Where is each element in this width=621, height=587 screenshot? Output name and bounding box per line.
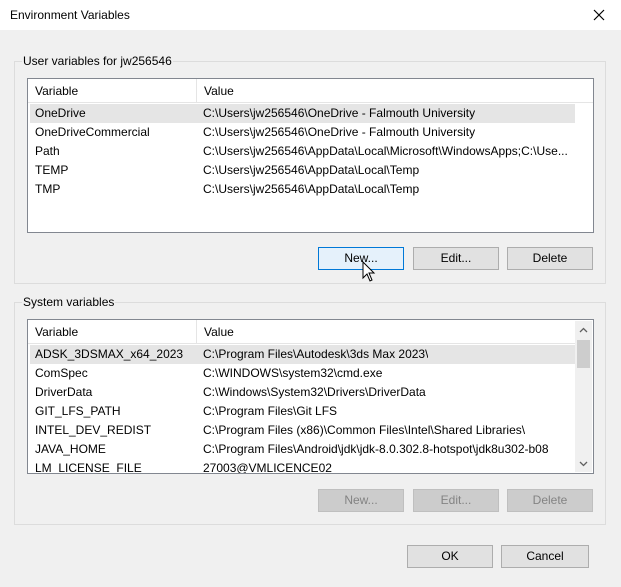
system-variables-label: System variables — [22, 295, 116, 309]
table-row[interactable]: OneDriveCommercial C:\Users\jw256546\One… — [30, 123, 575, 142]
table-row[interactable]: TMP C:\Users\jw256546\AppData\Local\Temp — [30, 180, 575, 199]
variable-value: 27003@VMLICENCE02 — [203, 461, 332, 474]
mouse-pointer-icon — [362, 261, 376, 282]
table-row[interactable]: GIT_LFS_PATH C:\Program Files\Git LFS — [30, 402, 575, 421]
column-header-variable[interactable]: Variable — [28, 79, 197, 103]
variable-value: C:\Users\jw256546\AppData\Local\Microsof… — [203, 144, 568, 158]
table-row[interactable]: DriverData C:\Windows\System32\Drivers\D… — [30, 383, 575, 402]
variable-value: C:\Users\jw256546\AppData\Local\Temp — [203, 182, 420, 196]
variable-value: C:\Program Files\Autodesk\3ds Max 2023\ — [203, 347, 429, 361]
table-row[interactable]: Path C:\Users\jw256546\AppData\Local\Mic… — [30, 142, 575, 161]
variable-value: C:\Windows\System32\Drivers\DriverData — [203, 385, 426, 399]
user-delete-button[interactable]: Delete — [507, 247, 593, 270]
ok-button[interactable]: OK — [407, 545, 493, 568]
variable-value: C:\Program Files\Android\jdk\jdk-8.0.302… — [203, 442, 549, 456]
user-variables-list[interactable]: Variable Value OneDrive C:\Users\jw25654… — [27, 78, 594, 233]
close-icon — [593, 9, 605, 21]
variable-name: OneDriveCommercial — [35, 125, 150, 139]
table-row[interactable]: ADSK_3DSMAX_x64_2023 C:\Program Files\Au… — [30, 345, 575, 364]
variable-value: C:\Program Files (x86)\Common Files\Inte… — [203, 423, 526, 437]
user-new-button[interactable]: New... — [318, 247, 404, 270]
variable-value: C:\Users\jw256546\AppData\Local\Temp — [203, 163, 420, 177]
system-edit-button[interactable]: Edit... — [413, 489, 499, 512]
variable-name: TMP — [35, 182, 61, 196]
system-list-header: Variable Value — [28, 320, 575, 344]
variable-name: TEMP — [35, 163, 69, 177]
table-row[interactable]: JAVA_HOME C:\Program Files\Android\jdk\j… — [30, 440, 575, 459]
variable-name: LM_LICENSE_FILE — [35, 461, 142, 474]
system-new-button[interactable]: New... — [318, 489, 404, 512]
variable-name: Path — [35, 144, 60, 158]
variable-value: C:\Program Files\Git LFS — [203, 404, 338, 418]
scroll-down-button[interactable] — [575, 455, 592, 472]
table-row[interactable]: LM_LICENSE_FILE 27003@VMLICENCE02 — [30, 459, 575, 474]
variable-name: GIT_LFS_PATH — [35, 404, 121, 418]
user-list-header: Variable Value — [28, 79, 593, 103]
variable-name: ComSpec — [35, 366, 88, 380]
window-title: Environment Variables — [10, 8, 130, 22]
close-button[interactable] — [577, 0, 621, 30]
title-bar: Environment Variables — [0, 0, 621, 30]
column-header-value[interactable]: Value — [197, 320, 575, 344]
scroll-up-button[interactable] — [575, 321, 592, 338]
chevron-up-icon — [579, 327, 588, 332]
table-row[interactable]: OneDrive C:\Users\jw256546\OneDrive - Fa… — [30, 104, 575, 123]
column-header-value[interactable]: Value — [197, 79, 593, 103]
variable-name: OneDrive — [35, 106, 86, 120]
variable-value: C:\WINDOWS\system32\cmd.exe — [203, 366, 383, 380]
cancel-button[interactable]: Cancel — [501, 545, 589, 568]
system-variables-list[interactable]: Variable Value ADSK_3DSMAX_x64_2023 C:\P… — [27, 319, 594, 474]
table-row[interactable]: TEMP C:\Users\jw256546\AppData\Local\Tem… — [30, 161, 575, 180]
table-row[interactable]: ComSpec C:\WINDOWS\system32\cmd.exe — [30, 364, 575, 383]
variable-name: JAVA_HOME — [35, 442, 106, 456]
variable-name: DriverData — [35, 385, 93, 399]
variable-value: C:\Users\jw256546\OneDrive - Falmouth Un… — [203, 106, 476, 120]
variable-name: ADSK_3DSMAX_x64_2023 — [35, 347, 184, 361]
table-row[interactable]: INTEL_DEV_REDIST C:\Program Files (x86)\… — [30, 421, 575, 440]
user-variables-label: User variables for jw256546 — [22, 54, 173, 68]
variable-name: INTEL_DEV_REDIST — [35, 423, 152, 437]
system-delete-button[interactable]: Delete — [507, 489, 593, 512]
user-edit-button[interactable]: Edit... — [413, 247, 499, 270]
chevron-down-icon — [579, 461, 588, 466]
column-header-variable[interactable]: Variable — [28, 320, 197, 344]
vertical-scrollbar[interactable] — [575, 321, 592, 472]
scrollbar-thumb[interactable] — [577, 340, 590, 368]
variable-value: C:\Users\jw256546\OneDrive - Falmouth Un… — [203, 125, 476, 139]
